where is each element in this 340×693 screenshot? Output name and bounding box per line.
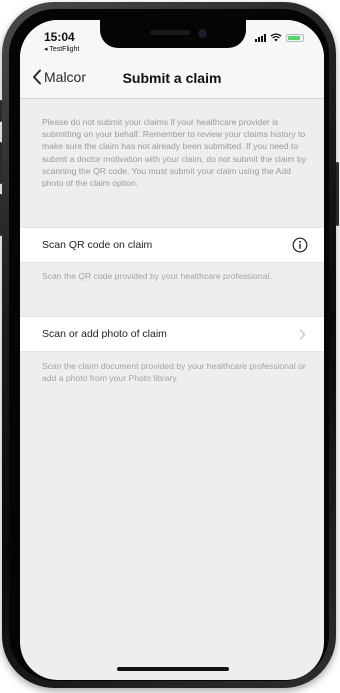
scan-or-add-photo-label: Scan or add photo of claim <box>42 328 167 340</box>
volume-up-button <box>0 142 2 184</box>
scan-qr-code-label: Scan QR code on claim <box>42 239 153 251</box>
status-icons <box>255 33 304 42</box>
speaker-grille <box>150 30 190 35</box>
scan-qr-code-caption: Scan the QR code provided by your health… <box>42 271 272 281</box>
phone-frame: 15:04 ◂ TestFlight Malcor Submit a claim… <box>0 2 339 688</box>
mute-switch <box>0 100 2 122</box>
back-button-label: Malcor <box>44 69 87 85</box>
scan-or-add-photo-option[interactable]: Scan or add photo of claim <box>20 316 324 352</box>
cellular-signal-icon <box>255 33 266 42</box>
front-camera-icon <box>198 29 207 38</box>
scan-or-add-photo-caption: Scan the claim document provided by your… <box>42 361 306 383</box>
intro-notice: Please do not submit your claims if your… <box>42 117 307 189</box>
info-circle-icon[interactable] <box>292 237 308 253</box>
home-indicator[interactable] <box>117 667 229 671</box>
battery-icon <box>286 33 304 42</box>
battery-level <box>288 35 300 40</box>
chevron-left-icon <box>33 69 41 85</box>
volume-down-button <box>0 194 2 236</box>
power-button <box>336 162 339 226</box>
wifi-icon <box>270 33 282 42</box>
status-time: 15:04 <box>44 30 75 44</box>
back-to-testflight-link[interactable]: ◂ TestFlight <box>44 45 79 53</box>
notch <box>100 20 246 48</box>
app-screen: 15:04 ◂ TestFlight Malcor Submit a claim… <box>20 20 324 680</box>
navigation-bar: Malcor Submit a claim <box>20 60 324 99</box>
back-button[interactable]: Malcor <box>32 69 86 85</box>
chevron-right-icon <box>299 329 306 340</box>
scan-qr-code-option[interactable]: Scan QR code on claim <box>20 227 324 263</box>
